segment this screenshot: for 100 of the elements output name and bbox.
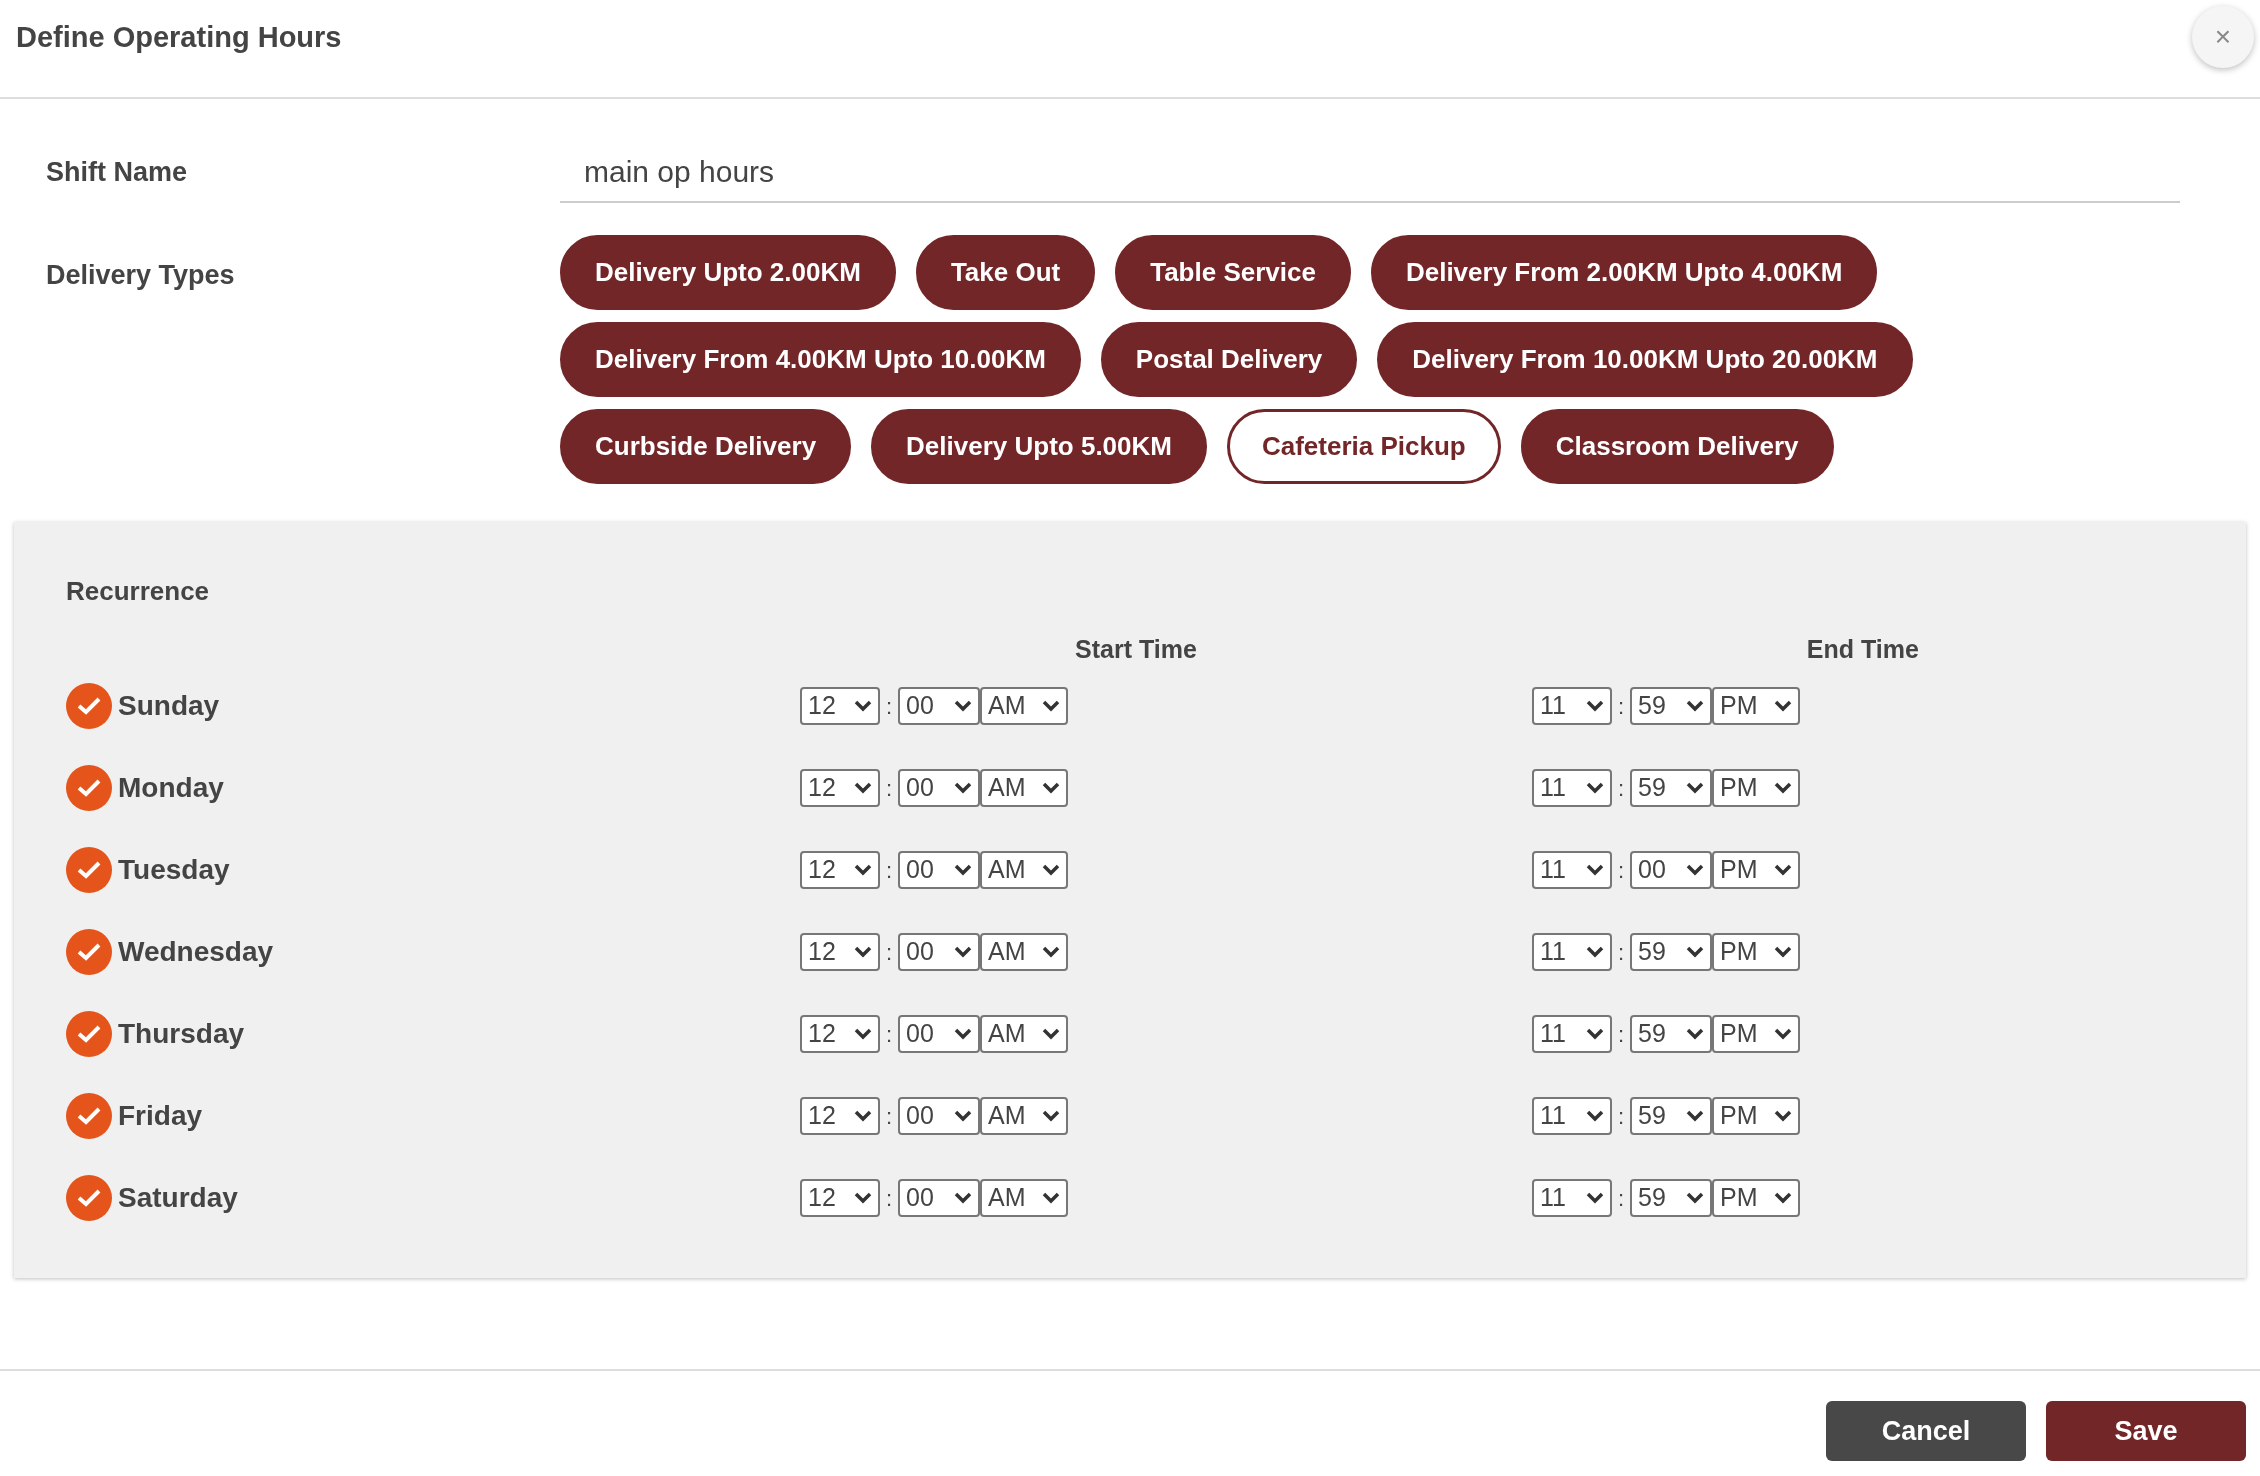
- am-pm-dropdown[interactable]: PM: [1712, 1097, 1800, 1135]
- minute-dropdown[interactable]: 00: [898, 1097, 980, 1135]
- check-icon: [76, 696, 102, 716]
- minute-dropdown[interactable]: 59: [1630, 933, 1712, 971]
- shift-name-field[interactable]: main op hours: [560, 141, 2180, 203]
- minute-dropdown[interactable]: 00: [898, 1179, 980, 1217]
- checkbox[interactable]: [66, 765, 112, 811]
- hour-dropdown[interactable]: 11: [1532, 1015, 1612, 1053]
- chevron-down-icon: [954, 700, 972, 712]
- chevron-down-icon: [1586, 864, 1604, 876]
- delivery-type-chip[interactable]: Delivery Upto 2.00KM: [560, 235, 896, 310]
- time-separator: :: [1616, 1102, 1626, 1131]
- hour-dropdown[interactable]: 12: [800, 687, 880, 725]
- chevron-down-icon: [1686, 864, 1704, 876]
- chevron-down-icon: [954, 1192, 972, 1204]
- cancel-button[interactable]: Cancel: [1826, 1401, 2026, 1461]
- chevron-down-icon: [854, 1110, 872, 1122]
- chevron-down-icon: [1686, 782, 1704, 794]
- day-label: Thursday: [118, 1017, 245, 1051]
- hour-dropdown[interactable]: 12: [800, 1015, 880, 1053]
- am-pm-dropdown[interactable]: AM: [980, 1015, 1068, 1053]
- chevron-down-icon: [1042, 864, 1060, 876]
- am-pm-dropdown[interactable]: PM: [1712, 933, 1800, 971]
- chevron-down-icon: [1774, 782, 1792, 794]
- chevron-down-icon: [1686, 946, 1704, 958]
- chevron-down-icon: [1774, 946, 1792, 958]
- am-pm-dropdown[interactable]: PM: [1712, 1179, 1800, 1217]
- minute-dropdown[interactable]: 00: [1630, 851, 1712, 889]
- hour-dropdown[interactable]: 12: [800, 1097, 880, 1135]
- am-pm-dropdown[interactable]: AM: [980, 1179, 1068, 1217]
- delivery-type-chip[interactable]: Delivery Upto 5.00KM: [871, 409, 1207, 484]
- delivery-type-chip[interactable]: Delivery From 2.00KM Upto 4.00KM: [1370, 235, 1878, 310]
- minute-dropdown[interactable]: 00: [898, 1015, 980, 1053]
- minute-dropdown[interactable]: 59: [1630, 769, 1712, 807]
- am-pm-dropdown[interactable]: AM: [980, 933, 1068, 971]
- chevron-down-icon: [854, 782, 872, 794]
- chevron-down-icon: [1042, 782, 1060, 794]
- day-label: Monday: [118, 771, 224, 805]
- hour-dropdown[interactable]: 12: [800, 1179, 880, 1217]
- minute-dropdown[interactable]: 59: [1630, 687, 1712, 725]
- day-label: Friday: [118, 1099, 203, 1133]
- checkbox[interactable]: [66, 1093, 112, 1139]
- time-separator: :: [884, 774, 894, 803]
- chevron-down-icon: [1042, 700, 1060, 712]
- minute-dropdown[interactable]: 59: [1630, 1179, 1712, 1217]
- checkbox[interactable]: [66, 1011, 112, 1057]
- minute-dropdown[interactable]: 59: [1630, 1015, 1712, 1053]
- hour-dropdown[interactable]: 12: [800, 769, 880, 807]
- chevron-down-icon: [1774, 1110, 1792, 1122]
- hour-dropdown[interactable]: 11: [1532, 1179, 1612, 1217]
- delivery-type-chip[interactable]: Cafeteria Pickup: [1226, 409, 1501, 484]
- delivery-type-chip[interactable]: Delivery From 10.00KM Upto 20.00KM: [1377, 322, 1913, 397]
- chevron-down-icon: [954, 1028, 972, 1040]
- chevron-down-icon: [854, 1028, 872, 1040]
- hour-dropdown[interactable]: 12: [800, 851, 880, 889]
- delivery-type-chip[interactable]: Take Out: [915, 235, 1096, 310]
- chevron-down-icon: [1586, 946, 1604, 958]
- chevron-down-icon: [1774, 864, 1792, 876]
- hour-dropdown[interactable]: 11: [1532, 687, 1612, 725]
- day-label: Sunday: [118, 689, 220, 723]
- hour-dropdown[interactable]: 11: [1532, 933, 1612, 971]
- am-pm-dropdown[interactable]: PM: [1712, 687, 1800, 725]
- minute-dropdown[interactable]: 00: [898, 851, 980, 889]
- delivery-type-chip[interactable]: Classroom Delivery: [1520, 409, 1834, 484]
- check-icon: [76, 942, 102, 962]
- am-pm-dropdown[interactable]: AM: [980, 851, 1068, 889]
- chevron-down-icon: [1586, 1192, 1604, 1204]
- hour-dropdown[interactable]: 12: [800, 933, 880, 971]
- time-separator: :: [884, 938, 894, 967]
- delivery-type-chip[interactable]: Curbside Delivery: [560, 409, 852, 484]
- am-pm-dropdown[interactable]: AM: [980, 687, 1068, 725]
- delivery-type-chip[interactable]: Table Service: [1115, 235, 1351, 310]
- minute-dropdown[interactable]: 00: [898, 769, 980, 807]
- checkbox[interactable]: [66, 683, 112, 729]
- chevron-down-icon: [1774, 1028, 1792, 1040]
- am-pm-dropdown[interactable]: PM: [1712, 769, 1800, 807]
- am-pm-dropdown[interactable]: AM: [980, 1097, 1068, 1135]
- minute-dropdown[interactable]: 00: [898, 687, 980, 725]
- hour-dropdown[interactable]: 11: [1532, 769, 1612, 807]
- minute-dropdown[interactable]: 59: [1630, 1097, 1712, 1135]
- chevron-down-icon: [954, 946, 972, 958]
- check-icon: [76, 778, 102, 798]
- day-label: Wednesday: [118, 935, 274, 969]
- delivery-type-chip[interactable]: Delivery From 4.00KM Upto 10.00KM: [560, 322, 1081, 397]
- am-pm-dropdown[interactable]: AM: [980, 769, 1068, 807]
- am-pm-dropdown[interactable]: PM: [1712, 1015, 1800, 1053]
- chevron-down-icon: [1686, 1192, 1704, 1204]
- checkbox[interactable]: [66, 847, 112, 893]
- delivery-type-chip[interactable]: Postal Delivery: [1100, 322, 1358, 397]
- am-pm-dropdown[interactable]: PM: [1712, 851, 1800, 889]
- hour-dropdown[interactable]: 11: [1532, 1097, 1612, 1135]
- save-button[interactable]: Save: [2046, 1401, 2246, 1461]
- chevron-down-icon: [1774, 700, 1792, 712]
- time-separator: :: [1616, 1184, 1626, 1213]
- column-header: Start Time: [1075, 634, 1197, 665]
- hour-dropdown[interactable]: 11: [1532, 851, 1612, 889]
- checkbox[interactable]: [66, 1175, 112, 1221]
- chevron-down-icon: [1686, 1110, 1704, 1122]
- minute-dropdown[interactable]: 00: [898, 933, 980, 971]
- checkbox[interactable]: [66, 929, 112, 975]
